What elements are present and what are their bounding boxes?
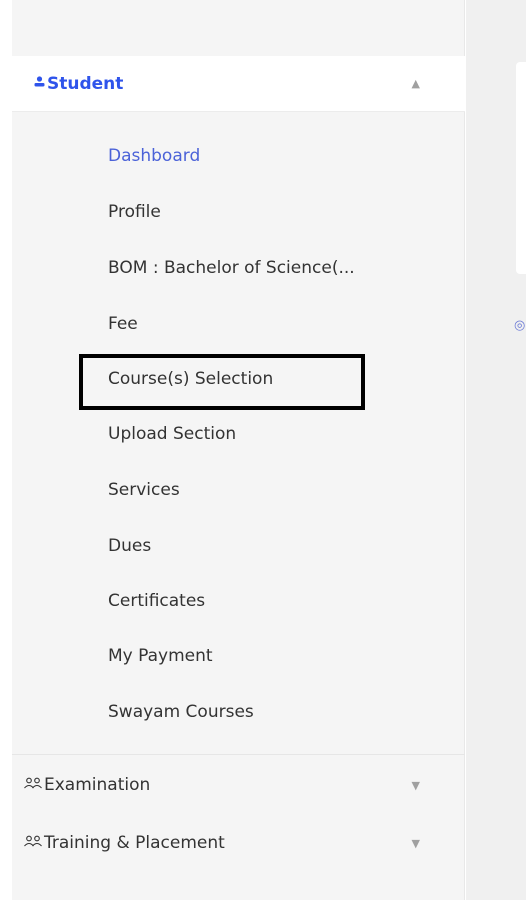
chevron-down-icon: ▼ bbox=[411, 836, 420, 850]
training-menu-label: Training & Placement bbox=[44, 833, 225, 853]
student-menu-label: Student bbox=[47, 73, 124, 94]
menu-item-course-selection[interactable]: Course(s) Selection bbox=[108, 363, 273, 395]
examination-menu-label: Examination bbox=[44, 775, 151, 795]
info-icon: ◎ bbox=[514, 318, 526, 333]
chevron-up-icon: ▲ bbox=[411, 77, 420, 90]
menu-item-dashboard[interactable]: Dashboard bbox=[108, 140, 200, 172]
training-menu-header[interactable]: Training & Placement ▼ bbox=[12, 815, 465, 871]
users-icon bbox=[23, 777, 43, 793]
user-icon bbox=[33, 75, 46, 92]
content-card bbox=[516, 62, 526, 274]
menu-item-certificates[interactable]: Certificates bbox=[108, 585, 205, 617]
menu-item-my-payment[interactable]: My Payment bbox=[108, 640, 213, 672]
student-menu-header[interactable]: Student ▲ bbox=[12, 56, 465, 112]
examination-menu-header[interactable]: Examination ▼ bbox=[12, 757, 465, 813]
menu-divider bbox=[12, 754, 465, 755]
users-icon bbox=[23, 835, 43, 851]
menu-item-profile[interactable]: Profile bbox=[108, 196, 161, 228]
menu-item-upload-section[interactable]: Upload Section bbox=[108, 418, 236, 450]
menu-item-bom-program[interactable]: BOM : Bachelor of Science(... bbox=[108, 252, 355, 284]
left-margin bbox=[0, 0, 12, 900]
chevron-down-icon: ▼ bbox=[411, 778, 420, 792]
menu-item-fee[interactable]: Fee bbox=[108, 308, 138, 340]
menu-item-dues[interactable]: Dues bbox=[108, 530, 151, 562]
menu-item-swayam-courses[interactable]: Swayam Courses bbox=[108, 696, 254, 728]
menu-item-services[interactable]: Services bbox=[108, 474, 180, 506]
